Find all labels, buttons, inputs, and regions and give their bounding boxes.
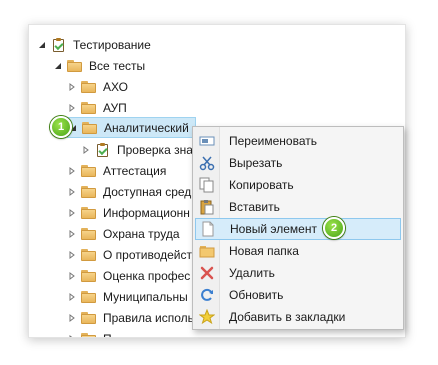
tree-node[interactable]: П [67,328,112,338]
collapsed-arrow-icon[interactable] [67,166,77,176]
folder-icon [81,311,97,325]
tree-node-label: АХО [103,79,128,94]
folder-icon [81,80,97,94]
tree-node[interactable]: Информационн [67,202,190,223]
folder-icon [81,269,97,283]
menu-item-label: Новая папка [229,244,299,258]
context-menu: Переименовать Вырезать Копировать Встави… [192,126,404,330]
collapsed-arrow-icon[interactable] [67,292,77,302]
tree-node-label: Муниципальны [103,289,188,304]
tree-node[interactable]: Проверка зна [81,139,193,160]
delete-x-icon [195,265,219,281]
star-icon [195,309,219,325]
menu-item-paste[interactable]: Вставить [195,196,401,218]
tree-node[interactable]: О противодейст [67,244,192,265]
folder-icon [82,121,98,135]
tree-node-label: Аналитический [104,120,189,135]
folder-icon [81,164,97,178]
paste-icon [195,199,219,215]
folder-icon [81,101,97,115]
collapsed-arrow-icon[interactable] [67,103,77,113]
menu-item-new-item[interactable]: Новый элемент [195,218,401,240]
tree-node-label: АУП [103,100,127,115]
tree-node[interactable]: Муниципальны [67,286,188,307]
tree-node-label: Аттестация [103,163,167,178]
tree-node-label: Доступная сред [103,184,192,199]
menu-item-label: Вставить [229,200,280,214]
folder-icon [81,248,97,262]
folder-icon [81,227,97,241]
tree-node-label: Правила исполь [103,310,194,325]
tree-node-label: Информационн [103,205,190,220]
collapsed-arrow-icon[interactable] [67,187,77,197]
tree-node[interactable]: Оценка профес [67,265,190,286]
folder-icon [195,243,219,259]
tree-node-label: Охрана труда [103,226,180,241]
tree-node[interactable]: Правила исполь [67,307,194,328]
tree-node-all-tests[interactable]: Все тесты [53,55,145,76]
expanded-arrow-icon[interactable] [53,61,63,71]
menu-item-bookmark[interactable]: Добавить в закладки [195,306,401,328]
menu-item-new-folder[interactable]: Новая папка [195,240,401,262]
scissors-icon [195,155,219,171]
step-badge-1: 1 [50,116,72,138]
menu-item-label: Удалить [229,266,275,280]
tree-node[interactable]: Охрана труда [67,223,180,244]
tree-node-label: О противодейст [103,247,192,262]
new-document-icon [196,221,220,237]
tree-node-root[interactable]: Тестирование [37,34,151,55]
refresh-icon [195,287,219,303]
tree-node[interactable]: АХО [67,76,128,97]
copy-icon [195,177,219,193]
menu-item-label: Добавить в закладки [229,310,346,324]
collapsed-arrow-icon[interactable] [67,250,77,260]
folder-icon [67,59,83,73]
tree-node-label: Тестирование [73,37,151,52]
menu-item-label: Новый элемент [230,222,317,236]
folder-icon [81,185,97,199]
menu-item-delete[interactable]: Удалить [195,262,401,284]
menu-item-label: Обновить [229,288,284,302]
collapsed-arrow-icon[interactable] [67,82,77,92]
folder-icon [81,290,97,304]
tree-node[interactable]: Аттестация [67,160,166,181]
tree-node-selected[interactable]: Аналитический [67,117,196,138]
expanded-arrow-icon[interactable] [37,40,47,50]
folder-icon [81,206,97,220]
tree-node[interactable]: Доступная сред [67,181,191,202]
tree-node-label: Оценка профес [103,268,191,283]
menu-item-copy[interactable]: Копировать [195,174,401,196]
rename-icon [195,133,219,149]
collapsed-arrow-icon[interactable] [67,271,77,281]
test-clipboard-icon [51,37,67,52]
collapsed-arrow-icon[interactable] [81,145,91,155]
menu-item-label: Переименовать [229,134,317,148]
collapsed-arrow-icon[interactable] [67,208,77,218]
tree-node-label: Проверка зна [117,142,193,157]
tree-node-label: П [103,332,112,338]
collapsed-arrow-icon[interactable] [67,334,77,337]
step-badge-2: 2 [323,217,345,239]
menu-item-label: Вырезать [229,156,283,170]
collapsed-arrow-icon[interactable] [67,229,77,239]
menu-item-refresh[interactable]: Обновить [195,284,401,306]
tree-node-label: Все тесты [89,58,146,73]
collapsed-arrow-icon[interactable] [67,313,77,323]
test-clipboard-icon [95,142,111,157]
menu-item-label: Копировать [229,178,294,192]
menu-item-cut[interactable]: Вырезать [195,152,401,174]
tree-node[interactable]: АУП [67,97,127,118]
folder-icon [81,332,97,337]
menu-item-rename[interactable]: Переименовать [195,130,401,152]
